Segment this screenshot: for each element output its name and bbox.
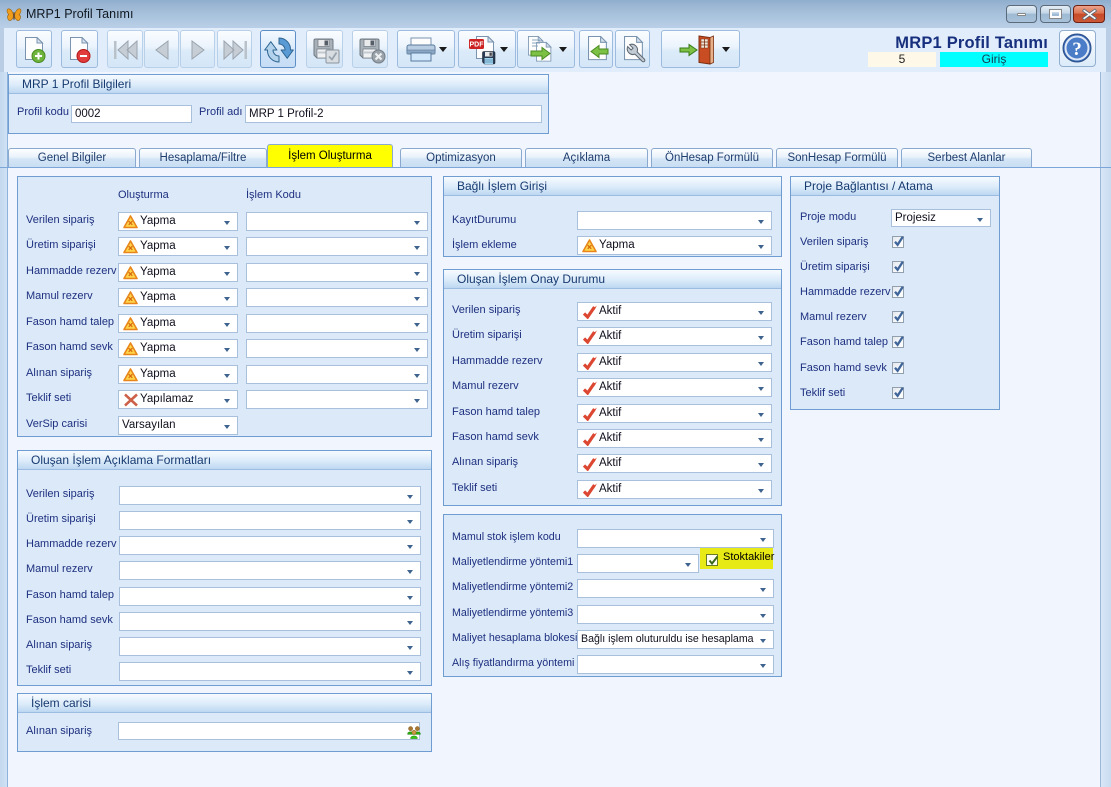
svg-text:?: ?	[1072, 39, 1082, 60]
svg-text:PDF: PDF	[470, 42, 485, 49]
